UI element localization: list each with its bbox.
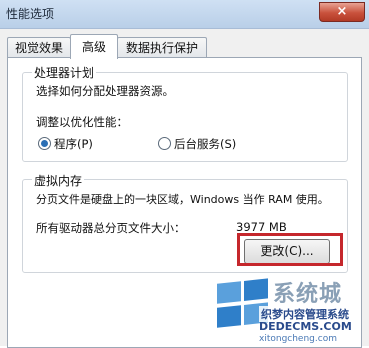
watermark-url: DEDECMS.COM [259, 320, 352, 333]
programs-radio-label[interactable]: 程序(P) [54, 136, 93, 152]
paging-total-value: 3977 MB [236, 220, 287, 234]
close-icon: × [336, 4, 348, 19]
optimize-label: 调整以优化性能： [36, 115, 128, 129]
programs-radio[interactable] [38, 137, 51, 150]
tab-visual-effects[interactable]: 视觉效果 [7, 37, 71, 58]
watermark-subtext: xitongcheng.com [259, 334, 337, 344]
virtual-memory-title: 虚拟内存 [32, 172, 85, 189]
paging-total-label: 所有驱动器总分页文件大小： [36, 221, 186, 235]
close-button[interactable]: × [319, 2, 365, 22]
tab-advanced[interactable]: 高级 [70, 34, 118, 59]
background-services-radio[interactable] [158, 137, 171, 150]
site-watermark: 系统城 织梦内容管理系统 DEDECMS.COM xitongcheng.com [215, 276, 369, 346]
tab-data-execution-prevention[interactable]: 数据执行保护 [117, 37, 207, 58]
window-title: 性能选项 [6, 7, 55, 21]
title-bar: 性能选项 × [0, 0, 369, 29]
watermark-brand: 系统城 [273, 281, 343, 307]
processor-description: 选择如何分配处理器资源。 [36, 84, 174, 98]
highlight-box [237, 233, 343, 266]
virtual-memory-description: 分页文件是硬盘上的一块区域，Windows 当作 RAM 使用。 [36, 193, 329, 206]
background-services-radio-label[interactable]: 后台服务(S) [174, 136, 236, 152]
processor-scheduling-title: 处理器计划 [32, 64, 97, 81]
